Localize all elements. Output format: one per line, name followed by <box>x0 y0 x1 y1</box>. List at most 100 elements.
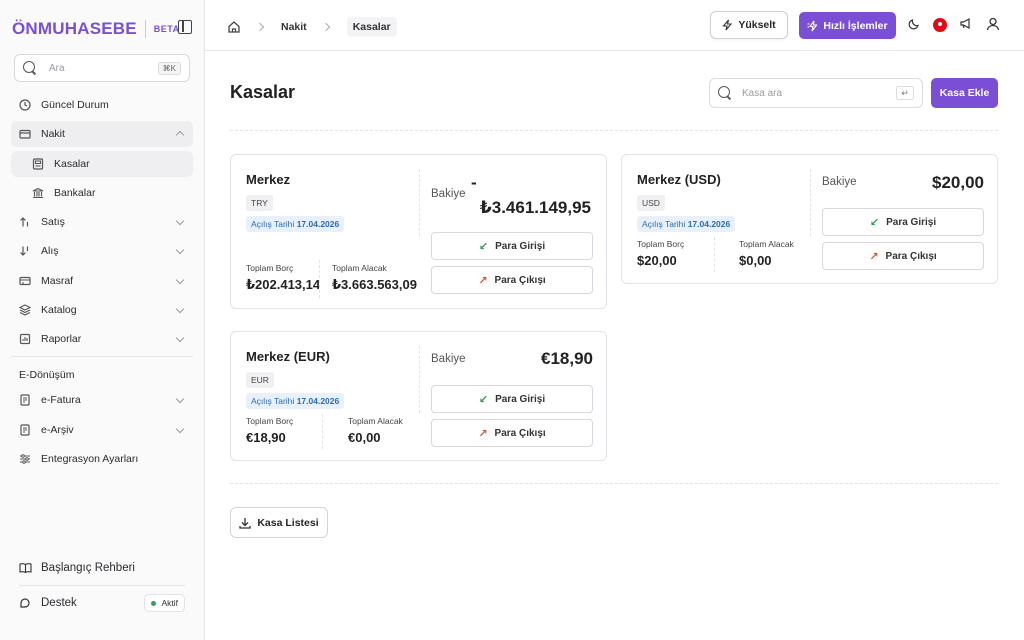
support-link[interactable]: Destek Aktif <box>11 590 193 616</box>
arrow-down-left-icon: ↙ <box>869 216 880 229</box>
cash-in-button[interactable]: ↙ Para Girişi <box>431 385 593 413</box>
column-divider <box>419 346 420 413</box>
total-debt-label: Toplam Borç <box>637 239 685 249</box>
layers-icon <box>18 304 32 316</box>
nav-divider <box>11 356 193 358</box>
total-credit-value: ₺3.663.563,09 <box>332 277 417 292</box>
cash-out-label: Para Çıkışı <box>885 250 937 262</box>
total-debt-value: ₺202.413,14 <box>246 277 321 292</box>
sidebar-search[interactable]: Ara ⌘K <box>14 54 190 82</box>
total-credit-value: $0,00 <box>739 253 772 268</box>
sidebar-item-label: Alış <box>41 245 59 258</box>
beta-badge: BETA <box>153 24 180 34</box>
nav-section-title: E-Dönüşüm <box>19 369 75 382</box>
balance-value: $20,00 <box>932 173 984 192</box>
chevron-down-icon <box>175 424 185 433</box>
sidebar-item-alis[interactable]: Alış <box>11 238 193 264</box>
total-debt-label: Toplam Borç <box>246 416 294 426</box>
column-divider <box>319 260 320 298</box>
sidebar-item-label: Katalog <box>41 304 77 317</box>
column-divider <box>322 414 323 449</box>
sidebar-item-e-arsiv[interactable]: e-Arşiv <box>11 417 193 443</box>
logo-divider <box>144 20 146 38</box>
search-icon <box>23 61 37 75</box>
chevron-down-icon <box>175 216 185 226</box>
kasa-card-merkez[interactable]: Merkez TRY Açılış Tarihi 17.04.2026 Topl… <box>230 154 607 309</box>
quick-bolt-icon <box>807 20 819 32</box>
chevron-down-icon <box>175 334 185 343</box>
upgrade-button[interactable]: Yükselt <box>710 11 788 39</box>
home-icon[interactable] <box>227 20 241 34</box>
chevron-right-icon <box>321 22 330 32</box>
report-icon <box>19 333 31 345</box>
sidebar-item-katalog[interactable]: Katalog <box>11 297 193 323</box>
support-icon <box>19 597 31 609</box>
sidebar-item-kasalar[interactable]: Kasalar <box>11 150 193 177</box>
megaphone-icon[interactable] <box>958 17 973 32</box>
sidebar-toggle-icon[interactable] <box>178 20 192 34</box>
total-debt-value: $20,00 <box>637 253 677 268</box>
arrow-up-right-icon: ↗ <box>478 274 488 287</box>
cash-in-button[interactable]: ↙ Para Girişi <box>431 232 593 260</box>
arrow-up-right-icon: ↗ <box>869 250 879 263</box>
status-badge: Aktif <box>144 594 185 612</box>
bolt-icon <box>722 19 733 31</box>
arrow-down-icon <box>19 245 31 257</box>
sidebar-item-masraf[interactable]: Masraf <box>11 268 193 294</box>
sidebar-item-bankalar[interactable]: Bankalar <box>11 180 193 206</box>
register-icon <box>32 157 44 170</box>
sidebar-item-nakit[interactable]: Nakit <box>11 121 193 148</box>
currency-badge: TRY <box>246 195 273 211</box>
kasa-name: Merkez <box>246 172 291 187</box>
moon-icon[interactable] <box>907 17 922 32</box>
sidebar-bottom: Başlangıç Rehberi Destek Aktif <box>11 555 193 616</box>
kasa-list-button[interactable]: Kasa Listesi <box>230 507 328 538</box>
quick-actions-label: Hızlı İşlemler <box>823 19 888 32</box>
sidebar-nav: Güncel Durum Nakit Kasalar Bankalar Satı… <box>11 92 193 475</box>
topbar: Nakit Kasalar Yükselt Hızlı İşlemler <box>205 0 1024 51</box>
sidebar-item-label: e-Fatura <box>41 394 81 407</box>
opening-date-badge: Açılış Tarihi 17.04.2026 <box>637 216 736 232</box>
download-icon <box>239 517 251 529</box>
total-credit-label: Toplam Alacak <box>739 239 794 249</box>
kasa-card-merkez-eur[interactable]: Merkez (EUR) EUR Açılış Tarihi 17.04.202… <box>230 331 607 461</box>
column-divider <box>419 169 420 236</box>
document-icon <box>19 394 31 406</box>
brand-logo[interactable]: ÖNMUHASEBE BETA <box>12 16 180 42</box>
chevron-up-icon <box>175 131 185 140</box>
opening-date-label: Açılış Tarihi <box>251 396 295 406</box>
currency-badge: EUR <box>246 372 274 388</box>
sidebar-item-satis[interactable]: Satış <box>11 209 193 235</box>
sidebar-item-e-fatura[interactable]: e-Fatura <box>11 387 193 413</box>
cash-out-button[interactable]: ↗ Para Çıkışı <box>431 419 593 447</box>
cash-out-label: Para Çıkışı <box>494 427 546 439</box>
search-shortcut: ⌘K <box>157 61 181 75</box>
getting-started-link[interactable]: Başlangıç Rehberi <box>11 555 193 581</box>
balance-value: €18,90 <box>541 349 593 368</box>
total-debt-value: €18,90 <box>246 430 286 445</box>
cash-in-button[interactable]: ↙ Para Girişi <box>822 208 984 236</box>
bottom-divider <box>19 585 185 586</box>
cash-out-label: Para Çıkışı <box>494 274 546 286</box>
section-divider <box>230 130 998 131</box>
breadcrumb-kasalar[interactable]: Kasalar <box>346 17 397 37</box>
support-label: Destek <box>41 597 77 609</box>
opening-date-value: 17.04.2026 <box>296 396 340 406</box>
quick-actions-button[interactable]: Hızlı İşlemler <box>799 12 896 39</box>
sidebar-item-entegrasyon[interactable]: Entegrasyon Ayarları <box>11 446 193 472</box>
kasa-card-merkez-usd[interactable]: Merkez (USD) USD Açılış Tarihi 17.04.202… <box>621 154 998 284</box>
kasa-name: Merkez (EUR) <box>246 349 330 364</box>
cash-in-label: Para Girişi <box>495 240 546 252</box>
card-icon <box>19 275 31 287</box>
breadcrumb-nakit[interactable]: Nakit <box>281 21 307 33</box>
add-kasa-button[interactable]: Kasa Ekle <box>931 78 998 108</box>
cash-out-button[interactable]: ↗ Para Çıkışı <box>822 242 984 270</box>
user-icon[interactable] <box>985 17 1000 32</box>
sidebar-item-guncel-durum[interactable]: Güncel Durum <box>11 92 193 118</box>
kasa-search-input[interactable]: Kasa ara ↵ <box>709 78 923 108</box>
column-divider <box>714 237 715 272</box>
cash-out-button[interactable]: ↗ Para Çıkışı <box>431 266 593 294</box>
sidebar-item-raporlar[interactable]: Raporlar <box>11 326 193 352</box>
chevron-down-icon <box>175 246 185 255</box>
flag-tr-icon[interactable] <box>933 18 947 32</box>
